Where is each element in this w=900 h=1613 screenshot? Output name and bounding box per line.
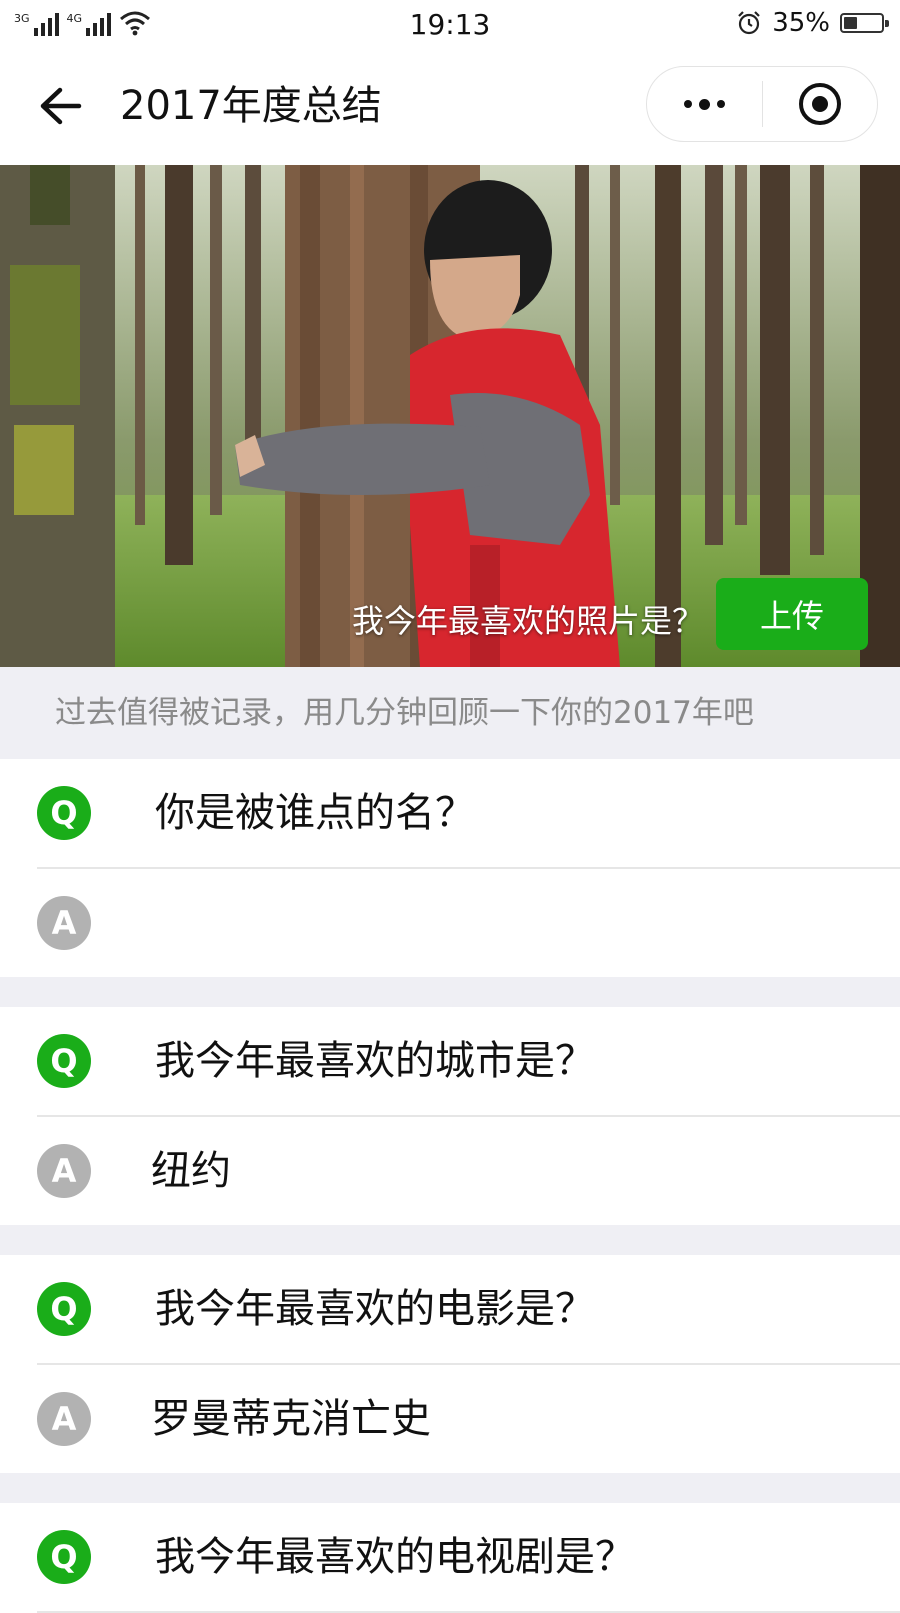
question-badge: Q bbox=[37, 1034, 91, 1088]
answer-badge: A bbox=[37, 1392, 91, 1446]
status-bar: 3G 4G 19:13 35% bbox=[0, 0, 900, 50]
battery-fill bbox=[844, 17, 857, 29]
question-badge: Q bbox=[37, 1530, 91, 1584]
qa-item[interactable]: Q 我今年最喜欢的城市是？ A 纽约 bbox=[0, 1007, 900, 1225]
qa-item[interactable]: Q 我今年最喜欢的电影是？ A 罗曼蒂克消亡史 bbox=[0, 1255, 900, 1473]
arrow-left-icon bbox=[40, 87, 82, 125]
more-dots-icon bbox=[716, 100, 725, 108]
question-row: Q 我今年最喜欢的电影是？ bbox=[37, 1255, 900, 1365]
qa-list: Q 你是被谁点的名？ A Q 我今年最喜欢的城市是？ A 纽约 Q 我今年最喜欢… bbox=[0, 759, 900, 1613]
back-button[interactable] bbox=[34, 80, 86, 132]
intro-strip: 过去值得被记录，用几分钟回顾一下你的2017年吧 bbox=[0, 667, 900, 759]
question-text: 我今年最喜欢的电视剧是？ bbox=[155, 1534, 635, 1580]
question-row: Q 我今年最喜欢的电视剧是？ bbox=[37, 1503, 900, 1613]
question-row: Q 我今年最喜欢的城市是？ bbox=[37, 1007, 900, 1117]
menu-capsule bbox=[646, 66, 878, 142]
question-row: Q 你是被谁点的名？ bbox=[37, 759, 900, 869]
battery-percent: 35% bbox=[772, 8, 830, 38]
answer-row[interactable]: A bbox=[37, 869, 900, 977]
question-text: 你是被谁点的名？ bbox=[155, 790, 475, 836]
upload-button[interactable]: 上传 bbox=[716, 578, 868, 650]
more-dots-icon bbox=[683, 100, 692, 108]
status-right: 35% bbox=[736, 8, 889, 38]
more-dots-icon bbox=[698, 98, 710, 110]
banner-photo[interactable]: 我今年最喜欢的照片是？ 上传 bbox=[0, 165, 900, 667]
target-close-icon bbox=[798, 83, 841, 125]
question-text: 我今年最喜欢的城市是？ bbox=[155, 1038, 595, 1084]
answer-row[interactable]: A 罗曼蒂克消亡史 bbox=[37, 1365, 900, 1473]
section-gap bbox=[0, 1473, 900, 1503]
answer-text: 罗曼蒂克消亡史 bbox=[151, 1396, 431, 1442]
question-badge: Q bbox=[37, 786, 91, 840]
close-button[interactable] bbox=[763, 67, 878, 141]
question-text: 我今年最喜欢的电影是？ bbox=[155, 1286, 595, 1332]
section-gap bbox=[0, 977, 900, 1007]
nav-bar: 2017年度总结 bbox=[0, 50, 900, 166]
qa-item[interactable]: Q 我今年最喜欢的电视剧是？ bbox=[0, 1503, 900, 1613]
battery-icon bbox=[840, 13, 889, 33]
answer-text: 纽约 bbox=[151, 1148, 231, 1194]
answer-badge: A bbox=[37, 1144, 91, 1198]
question-badge: Q bbox=[37, 1282, 91, 1336]
more-button[interactable] bbox=[647, 67, 762, 141]
answer-badge: A bbox=[37, 896, 91, 950]
banner-question: 我今年最喜欢的照片是？ bbox=[351, 602, 704, 640]
intro-text: 过去值得被记录，用几分钟回顾一下你的2017年吧 bbox=[55, 695, 754, 731]
battery-tip bbox=[885, 20, 889, 27]
qa-item[interactable]: Q 你是被谁点的名？ A bbox=[0, 759, 900, 977]
answer-row[interactable]: A 纽约 bbox=[37, 1117, 900, 1225]
alarm-icon bbox=[738, 11, 760, 35]
page-title: 2017年度总结 bbox=[120, 83, 382, 129]
section-gap bbox=[0, 1225, 900, 1255]
